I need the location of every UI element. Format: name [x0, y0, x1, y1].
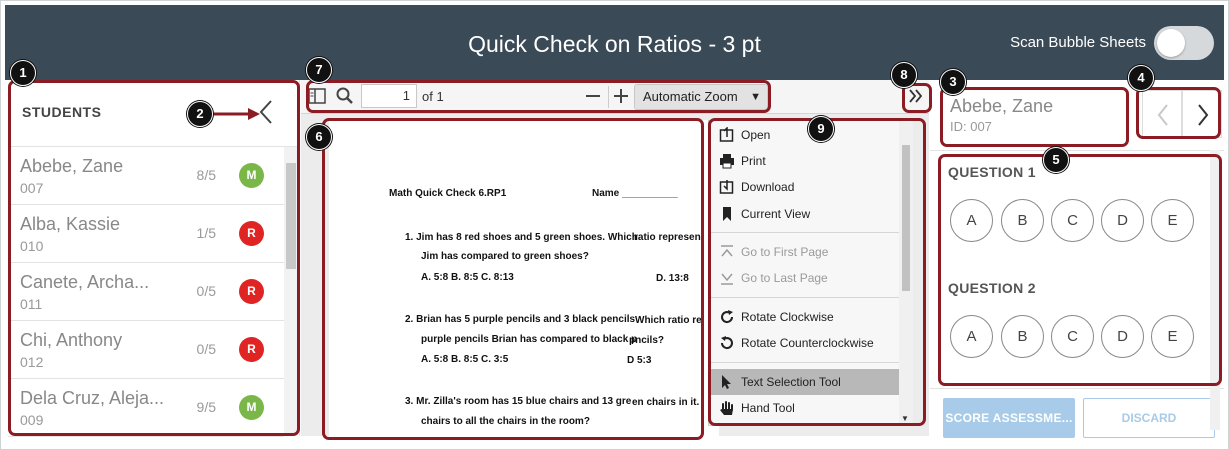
callout-number-6: 6 — [306, 124, 332, 150]
callout-box-menu — [708, 118, 926, 426]
scan-bubble-sheets-label: Scan Bubble Sheets — [1010, 34, 1146, 51]
callout-box-navigation — [1136, 87, 1221, 139]
callout-box-toolbar — [306, 80, 771, 113]
callout-number-3: 3 — [940, 69, 966, 95]
panel-divider — [930, 388, 1224, 389]
toggle-knob — [1157, 29, 1185, 57]
scan-bubble-sheets-toggle[interactable] — [1154, 26, 1214, 60]
panel-divider — [930, 150, 1224, 151]
callout-box-document — [322, 118, 704, 440]
callout-box-questions — [938, 154, 1222, 386]
header-bar: Quick Check on Ratios - 3 pt Scan Bubble… — [5, 5, 1224, 80]
callout-number-1: 1 — [10, 60, 36, 86]
arrow-annotation-icon — [212, 108, 260, 120]
callout-number-9: 9 — [808, 116, 834, 142]
callout-number-8: 8 — [891, 62, 917, 88]
callout-number-2: 2 — [187, 101, 213, 127]
callout-box-student-info — [940, 87, 1129, 147]
callout-box-students — [8, 80, 300, 436]
callout-number-7: 7 — [306, 57, 332, 83]
discard-button[interactable]: DISCARD — [1083, 398, 1215, 438]
callout-number-5: 5 — [1043, 147, 1069, 173]
score-assessment-button[interactable]: SCORE ASSESSME... — [943, 398, 1075, 438]
callout-number-4: 4 — [1128, 65, 1154, 91]
